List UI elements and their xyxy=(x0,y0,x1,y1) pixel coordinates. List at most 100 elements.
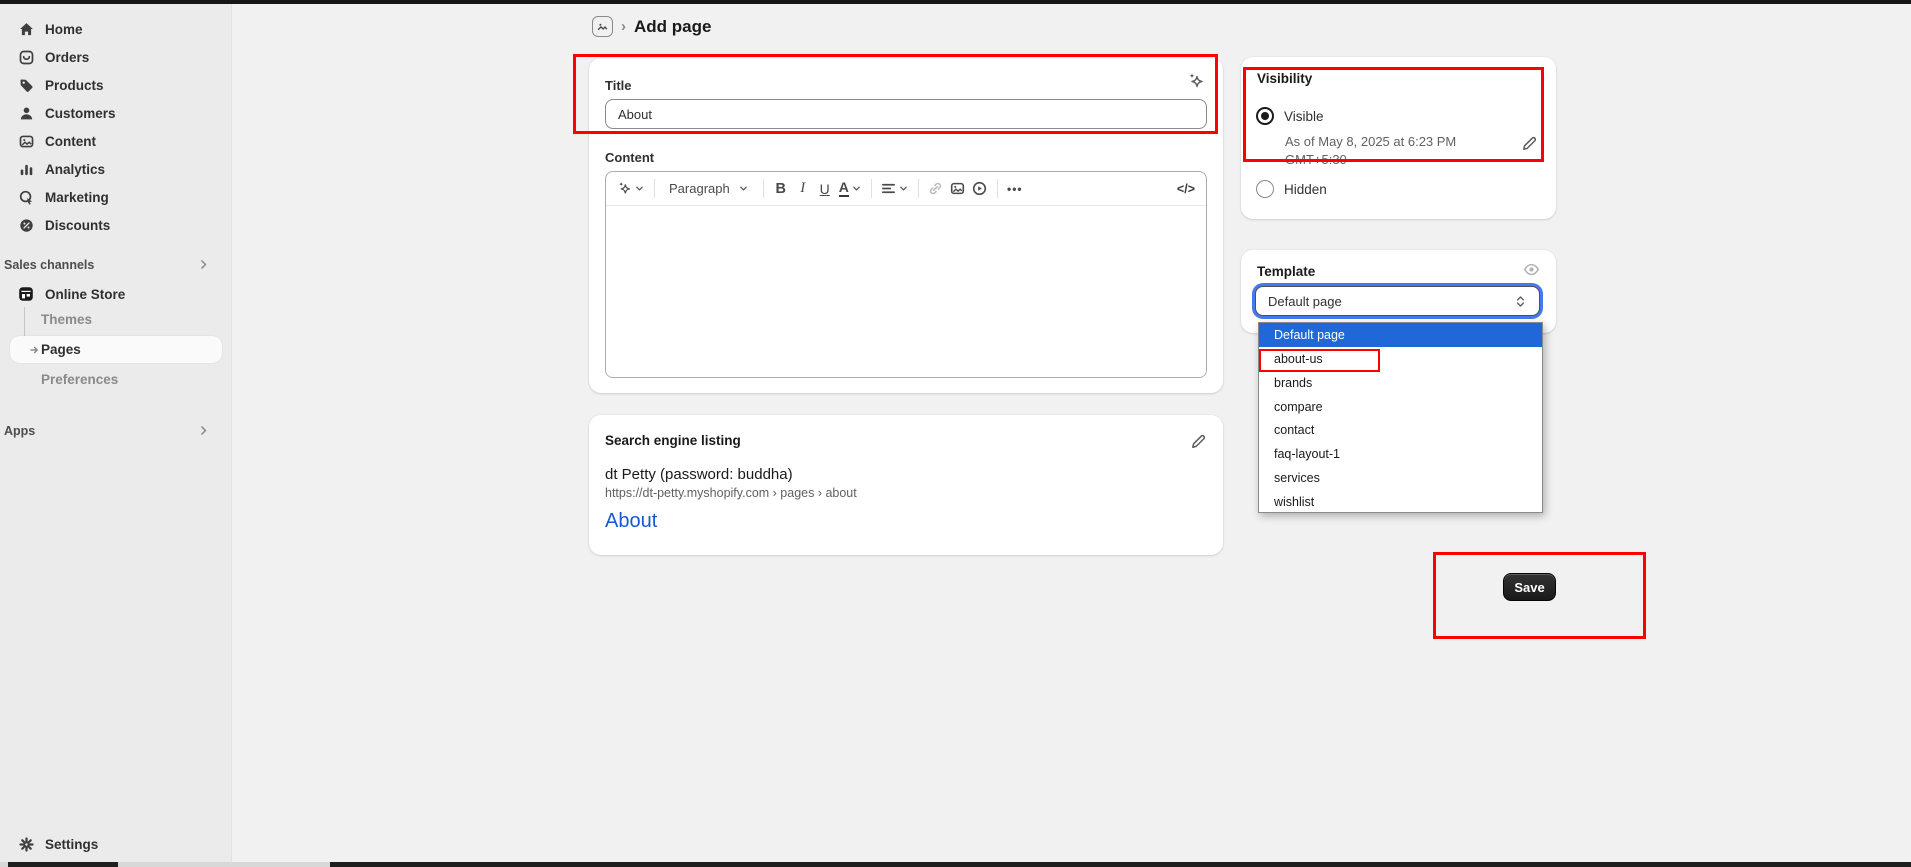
save-button[interactable]: Save xyxy=(1503,573,1556,601)
media-icon xyxy=(18,133,34,149)
alignment-button[interactable] xyxy=(878,177,912,201)
select-updown-icon xyxy=(1514,294,1527,309)
shopify-admin-add-page: Home Orders Products Customers Content xyxy=(0,0,1911,867)
template-option-default-page[interactable]: Default page xyxy=(1259,323,1542,347)
sidebar-item-settings[interactable]: Settings xyxy=(10,830,222,858)
pages-breadcrumb-icon[interactable] xyxy=(592,16,613,37)
chevron-down-icon xyxy=(851,183,862,194)
template-option-faq-layout-1[interactable]: faq-layout-1 xyxy=(1259,442,1542,466)
sidebar-item-label: Content xyxy=(45,134,96,149)
sidebar-item-content[interactable]: Content xyxy=(10,127,222,155)
page-title: Add page xyxy=(634,17,711,37)
sidebar-item-marketing[interactable]: Marketing xyxy=(10,183,222,211)
seo-url: https://dt-petty.myshopify.com › pages ›… xyxy=(605,486,1207,500)
ai-sparkle-icon[interactable] xyxy=(1187,72,1205,90)
visibility-date-line1: As of May 8, 2025 at 6:23 PM xyxy=(1285,134,1456,149)
paragraph-style-dropdown[interactable]: Paragraph xyxy=(661,177,757,201)
insert-image-button[interactable] xyxy=(947,177,969,201)
content-field-label: Content xyxy=(605,150,1207,165)
template-option-about-us[interactable]: about-us xyxy=(1259,347,1542,371)
template-card: Template Default page xyxy=(1241,250,1556,333)
sidebar-item-label: Marketing xyxy=(45,190,109,205)
insert-link-button[interactable] xyxy=(925,177,947,201)
edit-pencil-icon[interactable] xyxy=(1190,433,1207,450)
sidebar-item-label: Home xyxy=(45,22,83,37)
visible-radio-label: Visible xyxy=(1284,109,1324,124)
visibility-date-line2: GMT+5:30 xyxy=(1285,152,1347,167)
orders-icon xyxy=(18,49,34,65)
hidden-radio-label: Hidden xyxy=(1284,182,1327,197)
seo-page-title-link[interactable]: About xyxy=(605,510,1207,533)
sidebar-item-orders[interactable]: Orders xyxy=(10,43,222,71)
template-option-brands[interactable]: brands xyxy=(1259,371,1542,395)
sidebar-item-discounts[interactable]: Discounts xyxy=(10,211,222,239)
view-eye-icon[interactable] xyxy=(1523,261,1540,278)
sidebar-item-label: Settings xyxy=(45,837,98,852)
text-color-button[interactable]: A xyxy=(836,177,865,201)
chevron-down-icon xyxy=(634,183,645,194)
toolbar-divider xyxy=(871,179,872,198)
person-icon xyxy=(18,105,34,121)
sidebar-item-label: Analytics xyxy=(45,162,105,177)
template-card-title: Template xyxy=(1257,264,1315,279)
paragraph-style-label: Paragraph xyxy=(669,181,730,196)
scrollbar-thumb[interactable] xyxy=(8,862,118,867)
template-option-compare[interactable]: compare xyxy=(1259,395,1542,419)
edit-pencil-icon[interactable] xyxy=(1521,135,1538,152)
text-color-letter: A xyxy=(839,181,849,197)
bold-button[interactable]: B xyxy=(770,177,792,201)
insert-video-button[interactable] xyxy=(969,177,991,201)
sidebar-item-customers[interactable]: Customers xyxy=(10,99,222,127)
bottom-scrollbar[interactable] xyxy=(0,862,1911,867)
title-input[interactable] xyxy=(605,99,1207,129)
tag-icon xyxy=(18,77,34,93)
seo-card-title: Search engine listing xyxy=(605,433,741,448)
sidebar-item-home[interactable]: Home xyxy=(10,15,222,43)
radio-selected-icon[interactable] xyxy=(1256,107,1274,125)
apps-header[interactable]: Apps xyxy=(4,420,228,442)
sales-channels-header[interactable]: Sales channels xyxy=(4,254,228,276)
template-dropdown-menu: Default page about-us brands compare con… xyxy=(1258,322,1543,513)
sidebar-item-themes[interactable]: Themes xyxy=(10,306,222,332)
title-field-label: Title xyxy=(605,78,1207,93)
sidebar-item-preferences[interactable]: Preferences xyxy=(10,366,222,392)
sidebar-item-online-store[interactable]: Online Store xyxy=(10,280,222,308)
underline-button[interactable]: U xyxy=(814,177,836,201)
sidebar-item-products[interactable]: Products xyxy=(10,71,222,99)
bar-chart-icon xyxy=(18,161,34,177)
sidebar-item-label: Discounts xyxy=(45,218,110,233)
toolbar-divider xyxy=(918,179,919,198)
hidden-radio-row[interactable]: Hidden xyxy=(1256,180,1327,198)
template-select[interactable]: Default page xyxy=(1255,286,1540,316)
apps-label: Apps xyxy=(4,424,35,438)
sidebar-item-label: Online Store xyxy=(45,287,125,302)
seo-card: Search engine listing dt Petty (password… xyxy=(589,415,1223,555)
sidebar-item-label: Customers xyxy=(45,106,116,121)
sidebar-item-label: Orders xyxy=(45,50,89,65)
arrow-right-icon xyxy=(27,343,41,357)
chevron-down-icon xyxy=(738,183,749,194)
ai-assist-button[interactable] xyxy=(614,177,648,201)
chevron-right-icon xyxy=(197,424,210,437)
visible-radio-row[interactable]: Visible xyxy=(1256,107,1324,125)
sidebar-item-analytics[interactable]: Analytics xyxy=(10,155,222,183)
sidebar-item-pages[interactable]: Pages xyxy=(10,336,222,363)
italic-button[interactable]: I xyxy=(792,177,814,201)
breadcrumb-separator: › xyxy=(621,18,626,35)
chevron-right-icon xyxy=(197,258,210,271)
toolbar-divider xyxy=(763,179,764,198)
template-option-contact[interactable]: contact xyxy=(1259,419,1542,443)
template-selected-value: Default page xyxy=(1268,294,1342,309)
template-option-services[interactable]: services xyxy=(1259,466,1542,490)
more-options-button[interactable]: ••• xyxy=(1004,177,1026,201)
editor-toolbar: Paragraph B I U A xyxy=(606,172,1206,206)
template-option-wishlist[interactable]: wishlist xyxy=(1259,490,1542,514)
radio-unselected-icon[interactable] xyxy=(1256,180,1274,198)
editor-content-area[interactable] xyxy=(606,206,1206,378)
sales-channels-label: Sales channels xyxy=(4,258,94,272)
code-view-button[interactable]: </> xyxy=(1174,177,1198,201)
sidebar-item-label: Preferences xyxy=(41,372,118,387)
sidebar: Home Orders Products Customers Content xyxy=(0,4,232,862)
toolbar-divider xyxy=(997,179,998,198)
visibility-date-note: As of May 8, 2025 at 6:23 PM GMT+5:30 xyxy=(1285,133,1515,169)
